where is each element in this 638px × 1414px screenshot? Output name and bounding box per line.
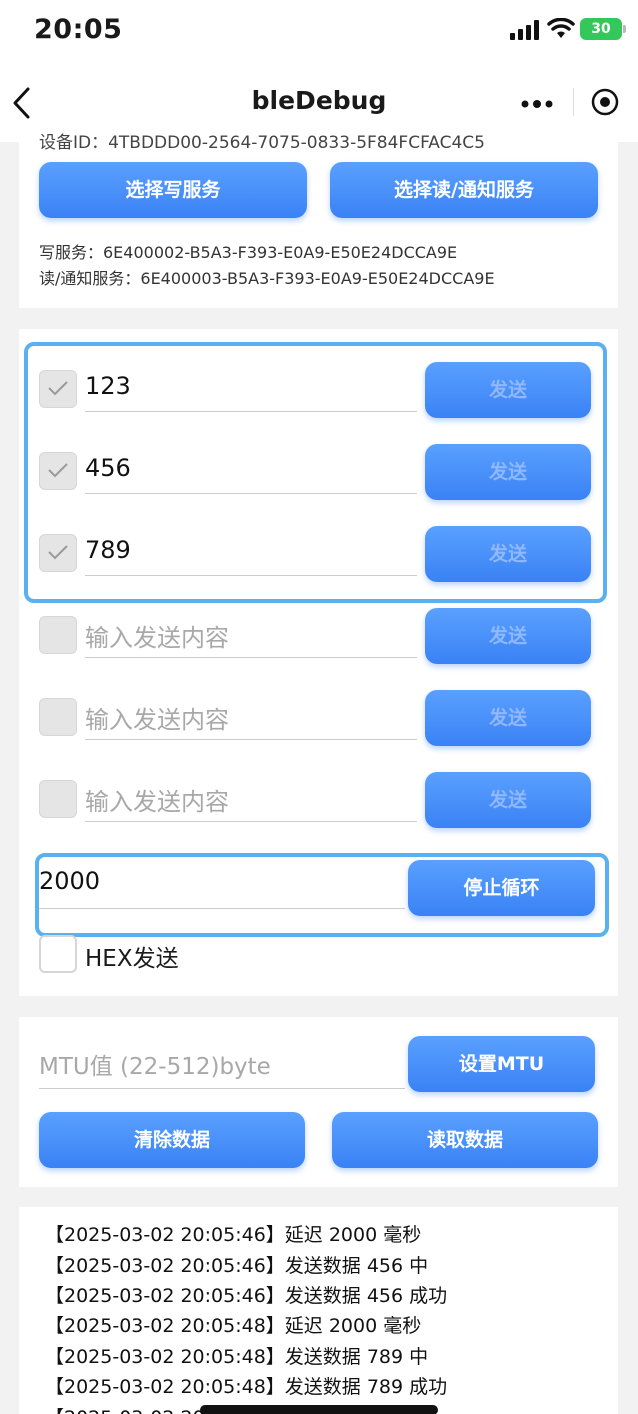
battery-icon: 30 — [580, 18, 622, 40]
home-indicator — [200, 1405, 438, 1414]
send-button[interactable]: 发送 — [425, 772, 591, 828]
capsule-divider — [573, 88, 574, 116]
send-input[interactable]: 输入发送内容 — [85, 782, 417, 822]
read-service-label: 读/通知服务：6E400003-B5A3-F393-E0A9-E50E24DCC… — [39, 269, 495, 288]
mtu-input[interactable]: MTU值 (22-512)byte — [39, 1047, 405, 1089]
wifi-icon — [547, 18, 575, 38]
selected-rows-highlight — [24, 342, 607, 603]
send-card: 123 发送 456 发送 789 发送 输入发送内容 发送 输入发送内容 发送… — [19, 329, 618, 996]
send-button[interactable]: 发送 — [425, 690, 591, 746]
select-read-service-button[interactable]: 选择读/通知服务 — [330, 162, 598, 218]
hex-checkbox[interactable] — [39, 935, 77, 973]
signal-icon — [510, 20, 539, 40]
send-row: 输入发送内容 发送 — [19, 608, 618, 678]
send-button[interactable]: 发送 — [425, 608, 591, 664]
log-card[interactable]: 【2025-03-02 20:05:46】延迟 2000 毫秒 【2025-03… — [19, 1207, 618, 1414]
battery-cap — [623, 25, 626, 33]
log-line: 【2025-03-02 20:05:48】延迟 2000 毫秒 — [45, 1315, 422, 1337]
log-line: 【2025-03-02 20:05:48】发送数据 789 成功 — [45, 1376, 448, 1398]
status-bar: 20:05 30 — [0, 0, 638, 62]
send-checkbox[interactable] — [39, 780, 77, 818]
set-mtu-button[interactable]: 设置MTU — [408, 1036, 595, 1092]
send-row: 输入发送内容 发送 — [19, 690, 618, 760]
device-id: 设备ID：4TBDDD00-2564-7075-0833-5F84FCFAC4C… — [39, 133, 485, 153]
hex-label: HEX发送 — [85, 946, 179, 972]
log-line: 【2025-03-02 20:05:46】发送数据 456 成功 — [45, 1285, 448, 1307]
clear-data-button[interactable]: 清除数据 — [39, 1112, 305, 1168]
send-checkbox[interactable] — [39, 698, 77, 736]
send-input[interactable]: 输入发送内容 — [85, 700, 417, 740]
target-icon[interactable] — [591, 88, 619, 116]
read-data-button[interactable]: 读取数据 — [332, 1112, 598, 1168]
write-service-label: 写服务：6E400002-B5A3-F393-E0A9-E50E24DCCA9E — [39, 243, 458, 262]
log-line: 【2025-03-02 20:05:48】发送数据 789 中 — [45, 1346, 429, 1368]
mtu-card: MTU值 (22-512)byte 设置MTU 清除数据 读取数据 — [19, 1017, 618, 1187]
status-time: 20:05 — [34, 14, 123, 45]
capsule-menu — [501, 80, 631, 124]
send-input[interactable]: 输入发送内容 — [85, 618, 417, 658]
service-card: 设备ID：4TBDDD00-2564-7075-0833-5F84FCFAC4C… — [19, 133, 618, 308]
send-row: 输入发送内容 发送 — [19, 772, 618, 842]
log-line: 【2025-03-02 20:05:46】延迟 2000 毫秒 — [45, 1224, 422, 1246]
send-checkbox[interactable] — [39, 616, 77, 654]
log-line: 【2025-03-02 20:05:46】发送数据 456 中 — [45, 1255, 429, 1277]
select-write-service-button[interactable]: 选择写服务 — [39, 162, 307, 218]
more-icon[interactable] — [521, 100, 555, 108]
loop-highlight — [35, 853, 609, 937]
